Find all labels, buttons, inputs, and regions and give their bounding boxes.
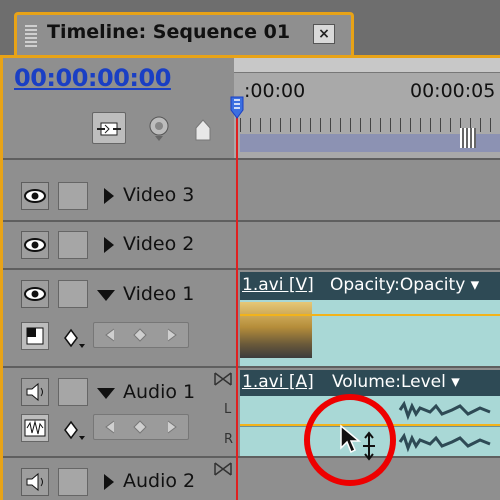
track-video-2: Video 2 [3, 222, 500, 270]
sync-icon [214, 462, 232, 476]
show-keyframes-button[interactable] [61, 418, 89, 446]
keyframe-diamond-icon [64, 420, 85, 440]
clip-header: 1.avi [V] Opacity:Opacity ▾ [240, 272, 500, 300]
collapse-triangle-icon[interactable] [97, 290, 115, 301]
toggle-track-output-button[interactable] [21, 378, 49, 406]
toggle-output-button[interactable] [21, 182, 49, 210]
keyframe-nav-icons[interactable] [94, 323, 188, 347]
track-name: Video 1 [123, 283, 195, 305]
set-display-style-button[interactable] [21, 414, 49, 442]
tab-title: Timeline: Sequence 01 [47, 21, 291, 43]
clip-name: 1.avi [A] [242, 372, 314, 392]
ruler-start-label: :00:00 [244, 80, 306, 102]
track-lock-button[interactable] [58, 468, 88, 496]
toggle-output-button[interactable] [21, 231, 49, 259]
clip-thumbnail [240, 302, 312, 358]
display-style-icon [26, 327, 44, 345]
keyframe-navigator [93, 322, 189, 348]
grip-icon[interactable] [25, 25, 37, 47]
eye-icon [24, 189, 46, 203]
snap-button[interactable] [92, 112, 126, 144]
track-lock-button[interactable] [58, 378, 88, 406]
opacity-line[interactable] [240, 314, 500, 316]
ruler-end-label: 00:00:05 [410, 80, 496, 102]
add-keyframe-button[interactable] [188, 112, 222, 144]
track-name: Video 3 [123, 184, 195, 206]
track-name: Audio 1 [123, 381, 196, 403]
keyframe-diamond-icon [64, 328, 85, 348]
current-timecode[interactable]: 00:00:00:00 [14, 64, 171, 92]
track-lock-button[interactable] [58, 280, 88, 308]
speaker-icon [26, 382, 43, 402]
channel-left-label: L [224, 402, 232, 417]
track-lock-button[interactable] [58, 182, 88, 210]
clip-name: 1.avi [V] [242, 275, 314, 295]
work-area-end-handle[interactable] [460, 128, 476, 148]
channel-right-label: R [224, 432, 234, 447]
set-marker-icon [149, 116, 169, 141]
effect-dropdown[interactable]: Opacity:Opacity ▾ [330, 275, 479, 295]
eye-icon [24, 238, 46, 252]
effect-dropdown[interactable]: Volume:Level ▾ [332, 372, 460, 392]
waveform-icon [24, 419, 46, 437]
highlight-circle [304, 394, 396, 486]
track-audio-2: Audio 2 [3, 458, 500, 500]
track-name: Audio 2 [123, 470, 196, 492]
zoom-scroll-bar[interactable] [234, 58, 500, 73]
sync-icon [214, 372, 232, 386]
expand-triangle-icon[interactable] [104, 474, 114, 490]
track-lock-button[interactable] [58, 231, 88, 259]
playhead-handle-icon[interactable] [230, 96, 244, 120]
show-keyframes-button[interactable] [61, 326, 89, 354]
expand-triangle-icon[interactable] [104, 237, 114, 253]
keyframe-icon [195, 119, 211, 141]
collapse-triangle-icon[interactable] [97, 388, 115, 399]
track-name: Video 2 [123, 233, 195, 255]
close-icon[interactable]: × [313, 24, 335, 44]
speaker-icon [26, 472, 43, 492]
clip-video-1[interactable]: 1.avi [V] Opacity:Opacity ▾ [240, 272, 500, 366]
toggle-output-button[interactable] [21, 280, 49, 308]
set-display-style-button[interactable] [21, 322, 49, 350]
snap-icon [97, 122, 121, 136]
divider [3, 158, 500, 160]
keyframe-navigator [93, 414, 189, 440]
set-marker-button[interactable] [142, 112, 176, 144]
track-video-3: Video 3 [3, 172, 500, 222]
clip-header: 1.avi [A] Volume:Level ▾ [240, 370, 500, 396]
eye-icon [24, 287, 46, 301]
timeline-tab[interactable]: Timeline: Sequence 01 × [14, 12, 354, 58]
toggle-track-output-button[interactable] [21, 468, 49, 496]
playhead-line[interactable] [236, 110, 238, 500]
expand-triangle-icon[interactable] [104, 188, 114, 204]
keyframe-nav-icons[interactable] [94, 415, 188, 439]
